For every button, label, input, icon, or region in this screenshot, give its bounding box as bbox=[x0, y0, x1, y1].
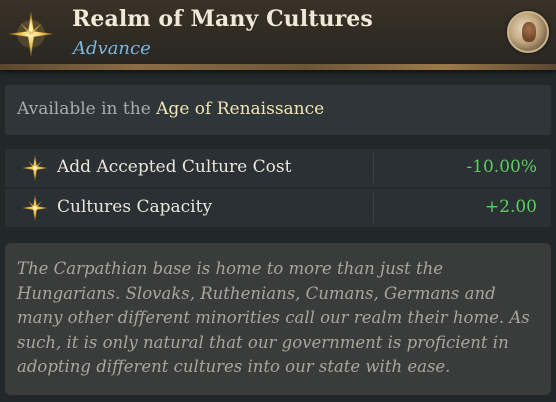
availability-box: Available in the Age of Renaissance bbox=[5, 85, 551, 135]
star-bullet-icon bbox=[23, 196, 47, 220]
modifier-value: +2.00 bbox=[484, 197, 537, 217]
availability-text: Available in the Age of Renaissance bbox=[17, 99, 324, 119]
column-divider bbox=[373, 153, 374, 183]
modifier-label: Cultures Capacity bbox=[57, 197, 213, 217]
modifier-label: Add Accepted Culture Cost bbox=[57, 157, 292, 177]
tooltip-header: Realm of Many Cultures Advance bbox=[0, 0, 556, 66]
compass-star-icon bbox=[8, 11, 54, 57]
flavor-text-box: The Carpathian base is home to more than… bbox=[5, 243, 551, 395]
availability-prefix: Available in the bbox=[17, 99, 157, 119]
flavor-text: The Carpathian base is home to more than… bbox=[17, 259, 530, 376]
column-divider bbox=[373, 193, 374, 223]
character-portrait-avatar[interactable] bbox=[507, 11, 549, 53]
advance-tooltip: Realm of Many Cultures Advance Available… bbox=[0, 0, 556, 402]
modifier-row: Cultures Capacity +2.00 bbox=[5, 189, 551, 227]
header-divider bbox=[0, 64, 556, 70]
modifiers-table: Add Accepted Culture Cost -10.00% Cultur… bbox=[5, 149, 551, 229]
star-bullet-icon bbox=[23, 156, 47, 180]
availability-era: Age of Renaissance bbox=[156, 99, 325, 119]
advance-title: Realm of Many Cultures bbox=[72, 6, 373, 32]
modifier-value: -10.00% bbox=[466, 157, 537, 177]
advance-type-label: Advance bbox=[73, 38, 151, 59]
modifier-row: Add Accepted Culture Cost -10.00% bbox=[5, 149, 551, 187]
